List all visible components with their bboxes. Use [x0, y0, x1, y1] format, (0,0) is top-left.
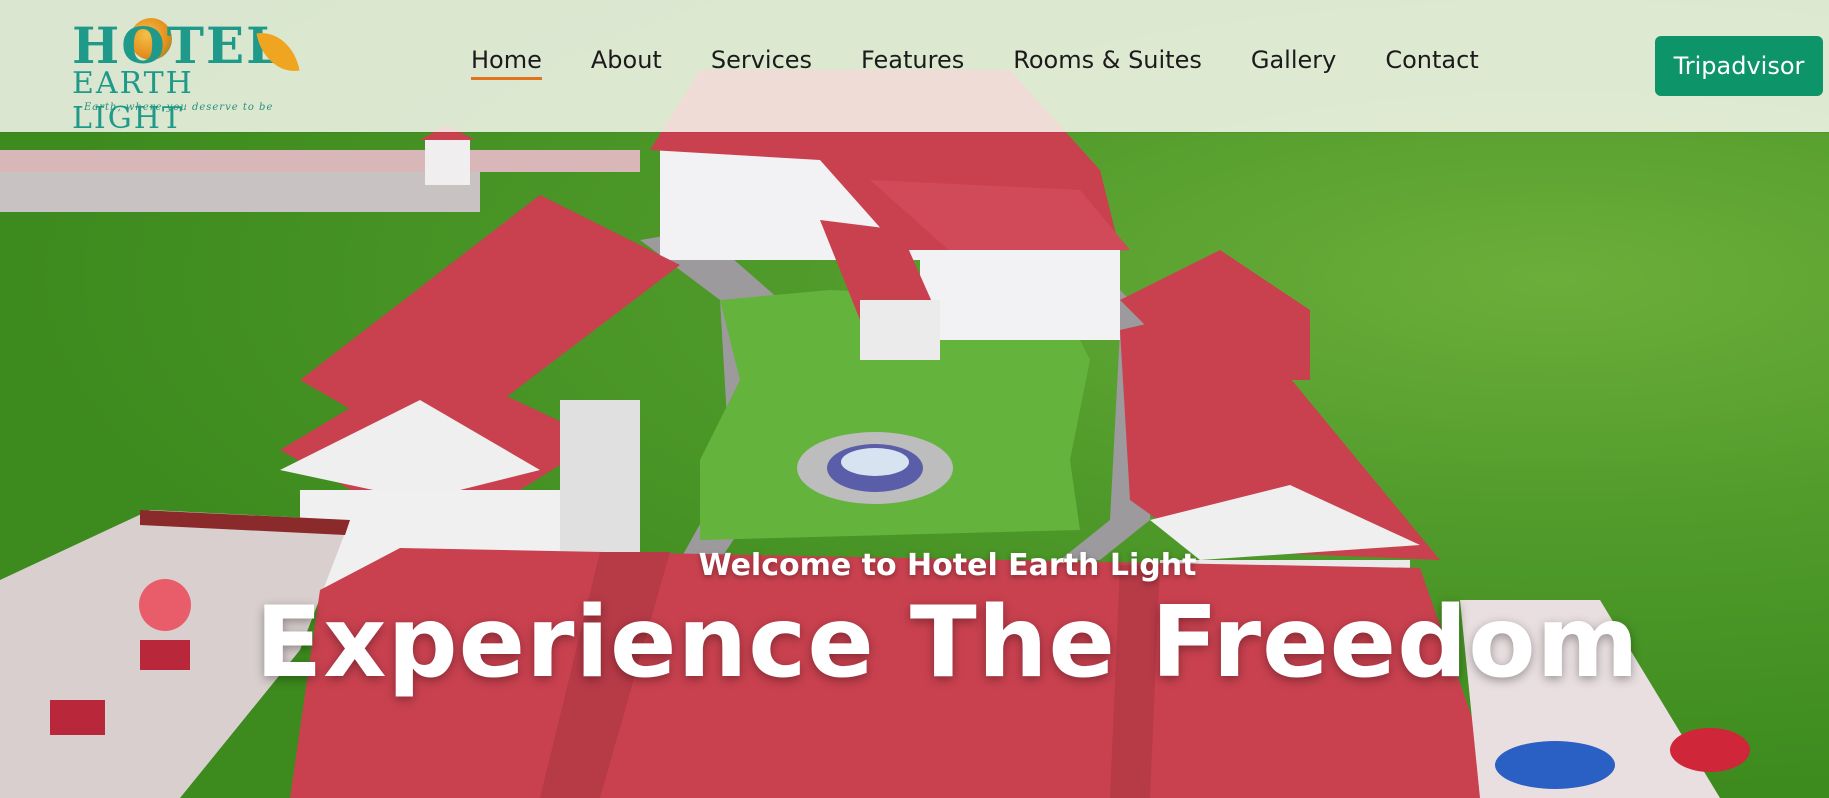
- logo-tagline: Earth, where you deserve to be: [84, 102, 274, 113]
- nav-rooms-suites[interactable]: Rooms & Suites: [1013, 46, 1202, 78]
- hotel-landing-page: HOTEL EARTH LIGHT Earth, where you deser…: [0, 0, 1829, 798]
- hotel-logo[interactable]: HOTEL EARTH LIGHT Earth, where you deser…: [70, 14, 300, 136]
- logo-wordmark-earth-light: EARTH LIGHT: [72, 66, 194, 136]
- nav-services[interactable]: Services: [711, 46, 812, 78]
- main-navigation: Home About Services Features Rooms & Sui…: [471, 46, 1528, 80]
- nav-home[interactable]: Home: [471, 46, 542, 80]
- nav-about[interactable]: About: [591, 46, 662, 78]
- nav-gallery[interactable]: Gallery: [1251, 46, 1336, 78]
- hero-subtitle: Welcome to Hotel Earth Light: [698, 548, 1197, 583]
- tripadvisor-button[interactable]: Tripadvisor: [1655, 36, 1823, 96]
- hero-title: Experience The Freedom: [255, 586, 1640, 700]
- site-header: HOTEL EARTH LIGHT Earth, where you deser…: [0, 0, 1829, 136]
- nav-features[interactable]: Features: [861, 46, 964, 78]
- nav-contact[interactable]: Contact: [1385, 46, 1478, 78]
